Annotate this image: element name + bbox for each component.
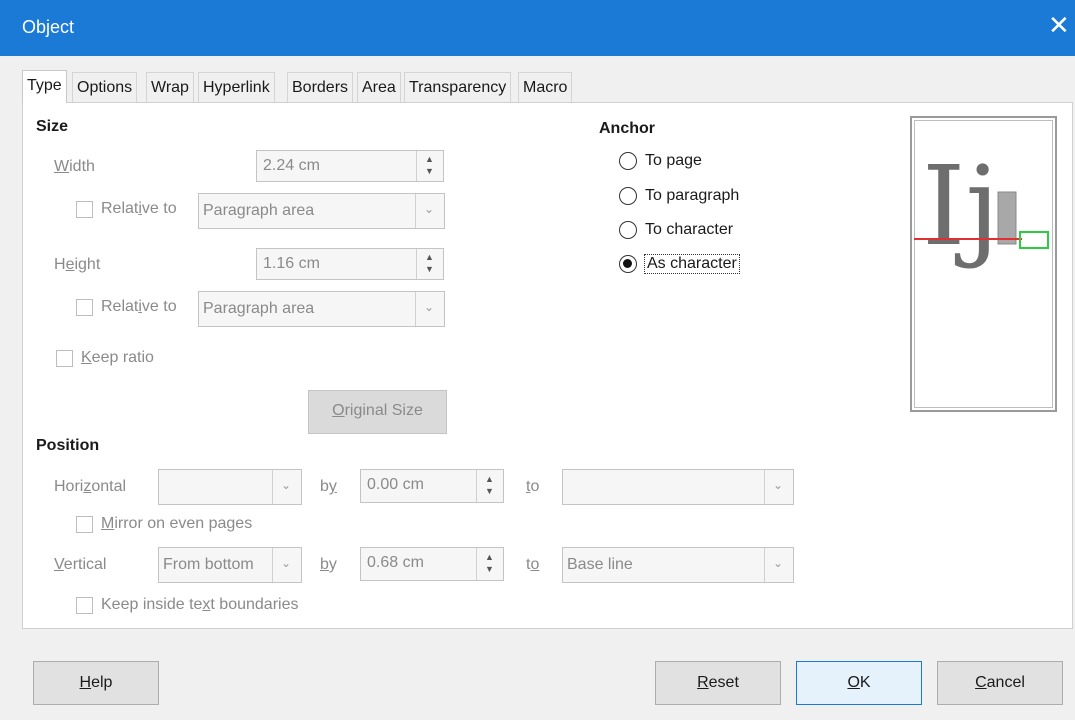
anchor-as-character-label: As character (644, 254, 740, 274)
tab-hyperlink[interactable]: Hyperlink (198, 72, 275, 102)
height-relative-checkbox[interactable] (76, 299, 93, 316)
size-heading: Size (36, 118, 69, 135)
vertical-combo[interactable]: From bottom ⌄ (158, 547, 302, 583)
height-relative-label: Relative to (101, 298, 177, 315)
keep-ratio-label: Keep ratio (81, 349, 154, 366)
mirror-checkbox[interactable] (76, 516, 93, 533)
anchor-to-page-radio[interactable] (619, 152, 637, 170)
horizontal-label: Horizontal (54, 478, 127, 495)
height-relative-combo[interactable]: Paragraph area ⌄ (198, 291, 445, 327)
reset-button[interactable]: Reset (655, 661, 781, 705)
width-relative-label: Relative to (101, 200, 177, 217)
horizontal-to-combo[interactable]: ⌄ (562, 469, 794, 505)
tab-macro[interactable]: Macro (518, 72, 573, 102)
tab-transparency[interactable]: Transparency (404, 72, 512, 102)
tab-wrap[interactable]: Wrap (146, 72, 194, 102)
width-relative-checkbox[interactable] (76, 201, 93, 218)
keep-ratio-checkbox[interactable] (56, 350, 73, 367)
tab-options[interactable]: Options (72, 72, 138, 102)
horizontal-by-label: by (320, 478, 337, 495)
ok-button[interactable]: OK (796, 661, 922, 705)
position-heading: Position (36, 437, 100, 454)
original-size-button[interactable]: Original Size (308, 390, 447, 434)
horizontal-to-label: to (526, 478, 540, 495)
vertical-to-combo[interactable]: Base line ⌄ (562, 547, 794, 583)
tab-type[interactable]: Type (22, 70, 67, 103)
keep-inside-label: Keep inside text boundaries (101, 596, 299, 613)
anchor-to-page-label: To page (645, 152, 702, 169)
height-spinner[interactable]: 1.16 cm ▲ ▼ (256, 248, 444, 280)
vertical-to-label: to (526, 556, 540, 573)
help-button[interactable]: Help (33, 661, 159, 705)
cancel-button[interactable]: Cancel (937, 661, 1063, 705)
preview-drawing: Ij (914, 142, 1049, 270)
anchor-as-character-radio[interactable] (619, 255, 637, 273)
vertical-by-label: by (320, 556, 337, 573)
preview-object-shape (997, 191, 1017, 245)
horizontal-by-spinner[interactable]: 0.00 cm ▲ ▼ (360, 469, 504, 503)
anchor-heading: Anchor (599, 120, 655, 137)
anchor-to-character-label: To character (645, 221, 734, 238)
position-preview: Ij (910, 116, 1057, 412)
width-spinner[interactable]: 2.24 cm ▲ ▼ (256, 150, 444, 182)
horizontal-combo[interactable]: ⌄ (158, 469, 302, 505)
close-icon[interactable]: ✕ (1048, 12, 1070, 38)
anchor-to-paragraph-label: To paragraph (645, 187, 740, 204)
width-relative-combo[interactable]: Paragraph area ⌄ (198, 193, 445, 229)
width-label: Width (54, 158, 95, 175)
keep-inside-checkbox[interactable] (76, 597, 93, 614)
preview-frame-box (1019, 231, 1049, 249)
mirror-label: Mirror on even pages (101, 515, 253, 532)
height-label: Height (54, 256, 101, 273)
vertical-label: Vertical (54, 556, 107, 573)
dialog-title: Object (22, 17, 75, 37)
preview-glyphs: Ij (922, 142, 1000, 270)
tab-area[interactable]: Area (357, 72, 401, 102)
dialog-titlebar: Object ✕ (0, 0, 1075, 56)
vertical-by-spinner[interactable]: 0.68 cm ▲ ▼ (360, 547, 504, 581)
anchor-to-paragraph-radio[interactable] (619, 187, 637, 205)
tab-borders[interactable]: Borders (287, 72, 354, 102)
anchor-to-character-radio[interactable] (619, 221, 637, 239)
